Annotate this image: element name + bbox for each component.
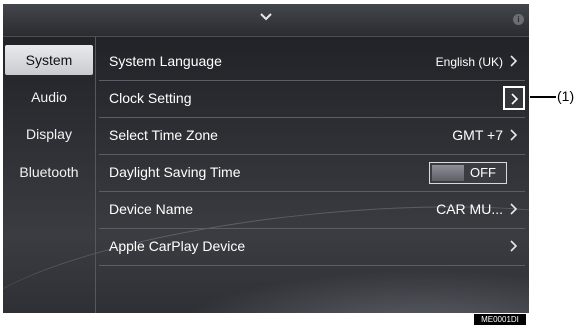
settings-screen: i System Audio Display Bluetooth System … bbox=[3, 4, 529, 313]
sidebar-item-display[interactable]: Display bbox=[5, 119, 93, 149]
clock-setting-arrow-button[interactable] bbox=[503, 86, 525, 110]
toggle-knob bbox=[432, 165, 464, 181]
row-select-time-zone[interactable]: Select Time Zone GMT +7 bbox=[99, 118, 525, 155]
callout-label: (1) bbox=[557, 88, 575, 104]
toggle-state: OFF bbox=[470, 165, 496, 180]
chevron-right-icon bbox=[510, 240, 518, 252]
row-value: GMT +7 bbox=[452, 127, 503, 143]
chevron-right-icon bbox=[511, 93, 519, 105]
sidebar: System Audio Display Bluetooth bbox=[3, 37, 96, 313]
sidebar-item-bluetooth[interactable]: Bluetooth bbox=[5, 157, 93, 187]
row-apple-carplay-device[interactable]: Apple CarPlay Device bbox=[99, 229, 525, 266]
chevron-right-icon bbox=[510, 55, 518, 67]
sidebar-item-label: Audio bbox=[31, 89, 67, 105]
top-bar: i bbox=[3, 4, 529, 37]
row-daylight-saving-time: Daylight Saving Time OFF bbox=[99, 155, 525, 192]
daylight-saving-toggle[interactable]: OFF bbox=[429, 162, 507, 184]
row-device-name[interactable]: Device Name CAR MU... bbox=[99, 192, 525, 229]
row-label: Daylight Saving Time bbox=[109, 164, 241, 180]
row-value: English (UK) bbox=[435, 55, 503, 69]
chevron-down-icon[interactable] bbox=[258, 11, 274, 23]
row-value: CAR MU... bbox=[436, 201, 503, 217]
row-clock-setting[interactable]: Clock Setting bbox=[99, 81, 525, 118]
chevron-right-icon bbox=[510, 129, 518, 141]
row-label: Clock Setting bbox=[109, 90, 192, 106]
sidebar-item-label: Display bbox=[26, 126, 72, 142]
sidebar-item-label: Bluetooth bbox=[19, 164, 79, 180]
callout-line bbox=[530, 96, 556, 98]
sidebar-item-label: System bbox=[25, 52, 73, 68]
figure-code: ME0001DI bbox=[474, 314, 526, 325]
sidebar-item-audio[interactable]: Audio bbox=[5, 82, 93, 112]
row-system-language[interactable]: System Language English (UK) bbox=[99, 44, 525, 81]
row-label: Select Time Zone bbox=[109, 127, 218, 143]
sidebar-item-system[interactable]: System bbox=[5, 45, 93, 75]
info-icon[interactable]: i bbox=[513, 14, 524, 25]
row-label: System Language bbox=[109, 53, 222, 69]
chevron-right-icon bbox=[510, 203, 518, 215]
row-label: Apple CarPlay Device bbox=[109, 238, 246, 254]
row-label: Device Name bbox=[109, 201, 194, 217]
